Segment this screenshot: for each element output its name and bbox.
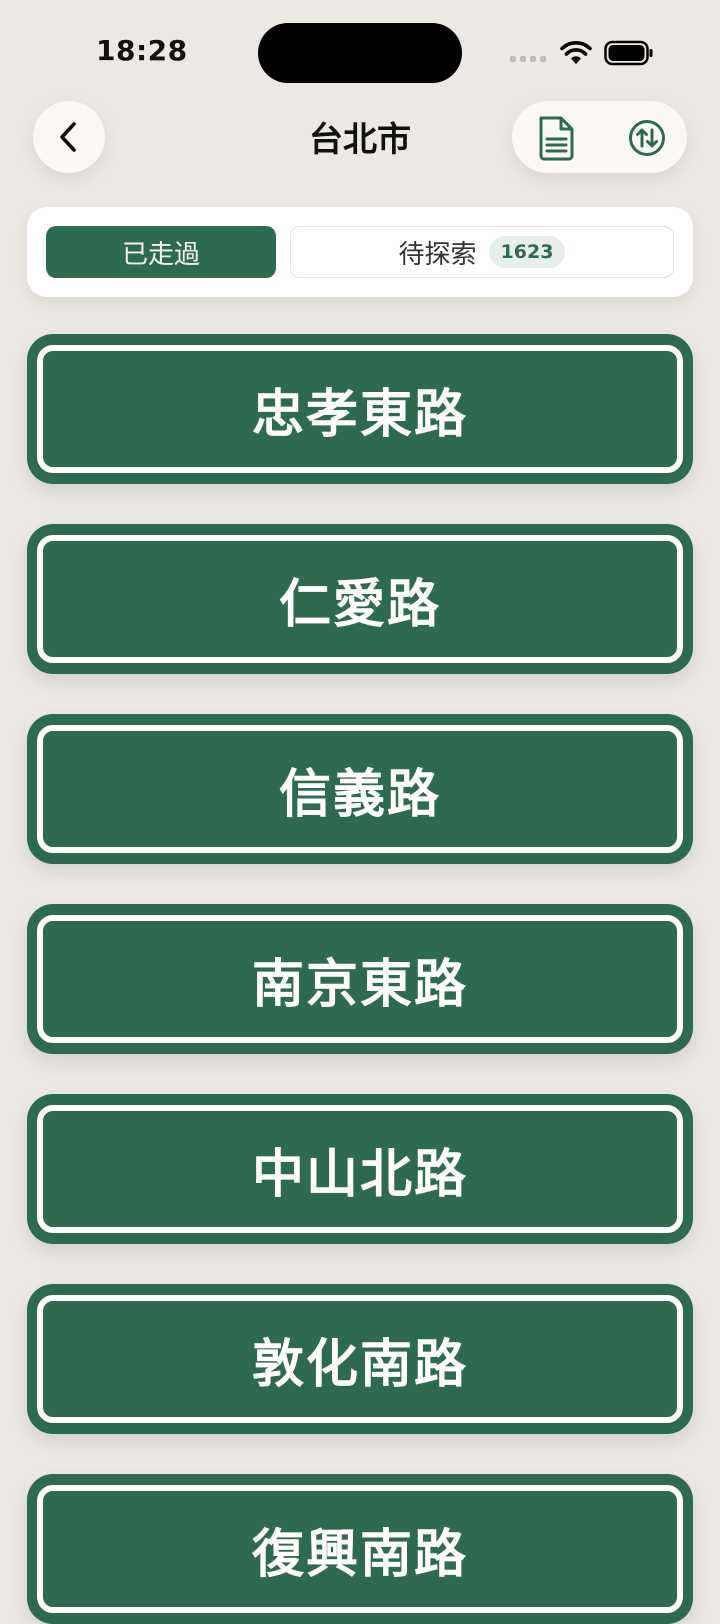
road-card[interactable]: 南京東路 xyxy=(27,904,693,1054)
road-sign-frame: 忠孝東路 xyxy=(37,345,683,473)
road-card[interactable]: 忠孝東路 xyxy=(27,334,693,484)
road-card[interactable]: 復興南路 xyxy=(27,1474,693,1624)
road-name: 南京東路 xyxy=(251,954,468,1015)
road-card[interactable]: 信義路 xyxy=(27,714,693,864)
road-name: 忠孝東路 xyxy=(251,384,468,445)
road-name: 信義路 xyxy=(278,764,441,825)
road-sign-frame: 敦化南路 xyxy=(37,1295,683,1423)
road-sign-frame: 中山北路 xyxy=(37,1105,683,1233)
road-sign-frame: 南京東路 xyxy=(37,915,683,1043)
road-name: 中山北路 xyxy=(251,1144,468,1205)
road-name: 敦化南路 xyxy=(251,1334,468,1395)
road-sign-frame: 復興南路 xyxy=(37,1485,683,1613)
road-card[interactable]: 中山北路 xyxy=(27,1094,693,1244)
road-card[interactable]: 仁愛路 xyxy=(27,524,693,674)
road-list: 忠孝東路 仁愛路 信義路 南京東路 中山北路 敦化南路 復興南路 xyxy=(0,0,720,1624)
road-name: 復興南路 xyxy=(251,1524,468,1585)
road-card[interactable]: 敦化南路 xyxy=(27,1284,693,1434)
road-name: 仁愛路 xyxy=(278,574,441,635)
road-sign-frame: 信義路 xyxy=(37,725,683,853)
road-sign-frame: 仁愛路 xyxy=(37,535,683,663)
